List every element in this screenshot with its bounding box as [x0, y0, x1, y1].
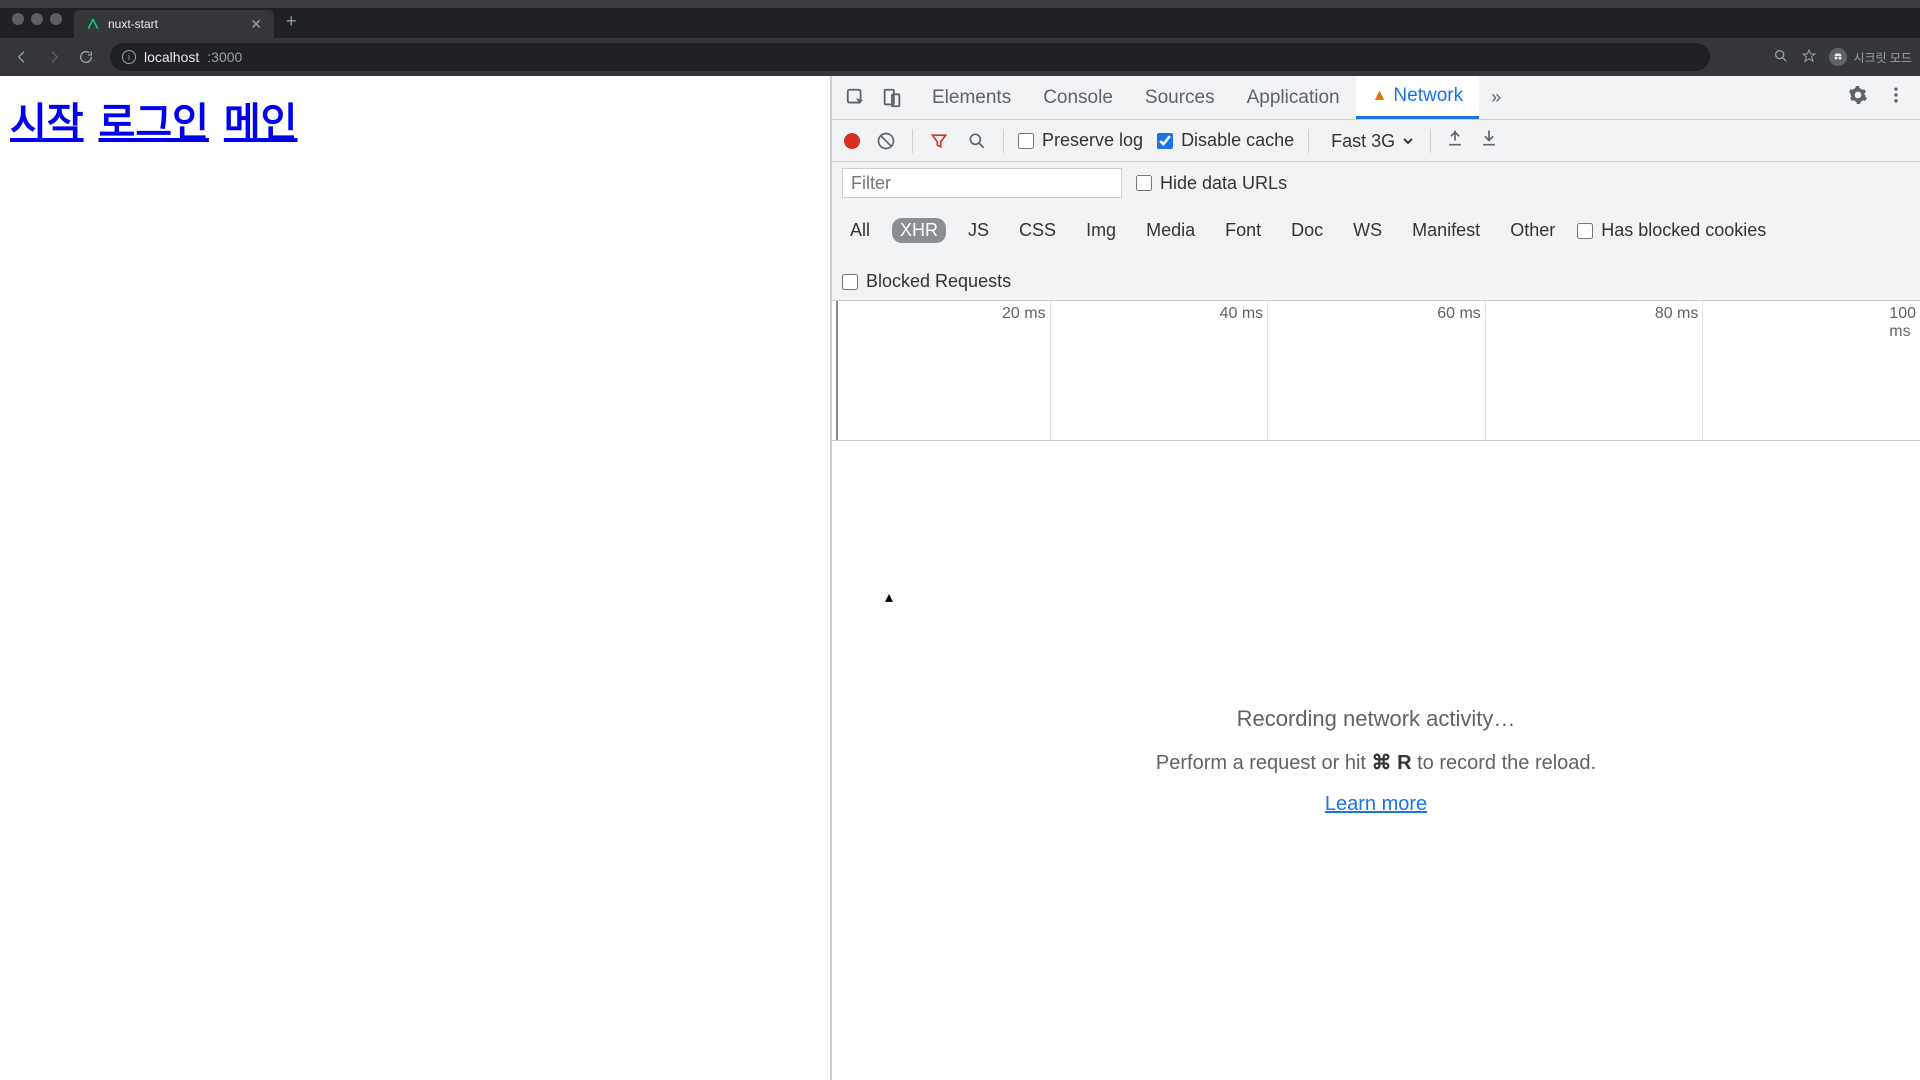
disable-cache-checkbox[interactable]: Disable cache — [1157, 130, 1294, 151]
inspect-element-icon[interactable] — [842, 84, 870, 112]
tab-favicon-icon — [86, 17, 100, 31]
tabs-overflow-icon[interactable]: » — [1479, 87, 1513, 108]
type-filter-doc[interactable]: Doc — [1283, 218, 1331, 243]
tab-console[interactable]: Console — [1027, 76, 1129, 119]
window-traffic-lights[interactable] — [0, 13, 74, 33]
browser-tabstrip: nuxt-start ✕ + — [0, 8, 1920, 38]
window-titlebar — [0, 0, 1920, 8]
learn-more-link[interactable]: Learn more — [1325, 793, 1427, 816]
tab-network[interactable]: ▲Network — [1356, 76, 1480, 119]
zoom-icon[interactable] — [1773, 48, 1789, 67]
timeline-tick-label: 80 ms — [1655, 305, 1703, 323]
preserve-log-checkbox[interactable]: Preserve log — [1018, 130, 1143, 151]
address-bar[interactable]: i localhost :3000 — [110, 43, 1710, 71]
warning-icon: ▲ — [1372, 87, 1388, 105]
traffic-close-icon[interactable] — [12, 13, 24, 25]
type-filter-ws[interactable]: WS — [1345, 218, 1390, 243]
browser-toolbar: i localhost :3000 시크릿 모드 — [0, 38, 1920, 76]
type-filter-xhr[interactable]: XHR — [892, 218, 946, 243]
timeline-cursor — [836, 301, 838, 440]
nav-back-button[interactable] — [8, 43, 36, 71]
import-har-icon[interactable] — [1445, 128, 1465, 153]
record-button[interactable] — [844, 133, 860, 149]
type-filter-css[interactable]: CSS — [1011, 218, 1064, 243]
empty-subtitle: Perform a request or hit ⌘ R to record t… — [1156, 750, 1596, 775]
export-har-icon[interactable] — [1479, 128, 1499, 153]
nav-reload-button[interactable] — [72, 43, 100, 71]
url-host: localhost — [144, 49, 199, 65]
page-viewport: 시작 로그인 메인 — [0, 76, 830, 1080]
traffic-max-icon[interactable] — [50, 13, 62, 25]
type-filter-manifest[interactable]: Manifest — [1404, 218, 1488, 243]
page-link-login[interactable]: 로그인 — [99, 101, 209, 145]
new-tab-button[interactable]: + — [274, 11, 309, 38]
separator — [1308, 129, 1309, 153]
page-link-start[interactable]: 시작 — [10, 101, 84, 145]
has-blocked-cookies-checkbox[interactable]: Has blocked cookies — [1577, 220, 1766, 241]
timeline-tick-label: 100 ms — [1889, 305, 1920, 341]
timeline-tick-label: 40 ms — [1220, 305, 1268, 323]
filter-input[interactable] — [842, 168, 1122, 198]
hide-data-urls-checkbox[interactable]: Hide data URLs — [1136, 173, 1287, 194]
separator — [1430, 129, 1431, 153]
site-info-icon[interactable]: i — [122, 50, 136, 64]
incognito-label: 시크릿 모드 — [1853, 49, 1912, 66]
empty-title: Recording network activity… — [1237, 706, 1516, 732]
type-filter-js[interactable]: JS — [960, 218, 997, 243]
devtools-panel: Elements Console Sources Application ▲Ne… — [830, 76, 1920, 1080]
traffic-min-icon[interactable] — [31, 13, 43, 25]
mouse-cursor-icon: ▴ — [885, 587, 893, 607]
page-link-main[interactable]: 메인 — [224, 101, 298, 145]
url-port: :3000 — [207, 49, 242, 65]
timeline-tick-label: 20 ms — [1002, 305, 1050, 323]
timeline-tick-label: 60 ms — [1437, 305, 1485, 323]
incognito-indicator[interactable]: 시크릿 모드 — [1829, 48, 1912, 66]
tab-title: nuxt-start — [108, 17, 158, 31]
throttling-select[interactable]: Fast 3G — [1323, 128, 1416, 154]
devtools-menu-icon[interactable] — [1886, 85, 1906, 110]
bookmark-star-icon[interactable] — [1801, 48, 1817, 67]
tab-elements[interactable]: Elements — [916, 76, 1027, 119]
tab-application[interactable]: Application — [1231, 76, 1356, 119]
type-filter-img[interactable]: Img — [1078, 218, 1124, 243]
network-empty-state: Recording network activity… Perform a re… — [832, 441, 1920, 1080]
network-toolbar: Preserve log Disable cache Fast 3G — [832, 120, 1920, 162]
network-timeline[interactable]: 20 ms 40 ms 60 ms 80 ms 100 ms — [832, 301, 1920, 441]
devtools-tabstrip: Elements Console Sources Application ▲Ne… — [832, 76, 1920, 120]
separator — [912, 129, 913, 153]
network-filter-row: Hide data URLs All XHR JS CSS Img Media … — [832, 162, 1920, 301]
clear-button[interactable] — [874, 129, 898, 153]
type-filter-other[interactable]: Other — [1502, 218, 1563, 243]
type-filter-media[interactable]: Media — [1138, 218, 1203, 243]
search-icon[interactable] — [965, 129, 989, 153]
type-filter-all[interactable]: All — [842, 218, 878, 243]
tab-close-icon[interactable]: ✕ — [250, 16, 262, 33]
type-filter-font[interactable]: Font — [1217, 218, 1269, 243]
browser-tab[interactable]: nuxt-start ✕ — [74, 10, 274, 38]
blocked-requests-checkbox[interactable]: Blocked Requests — [842, 271, 1011, 292]
device-toolbar-icon[interactable] — [878, 84, 906, 112]
devtools-settings-icon[interactable] — [1848, 85, 1868, 110]
tab-sources[interactable]: Sources — [1129, 76, 1231, 119]
separator — [1003, 129, 1004, 153]
incognito-icon — [1829, 48, 1847, 66]
nav-forward-button[interactable] — [40, 43, 68, 71]
filter-icon[interactable] — [927, 129, 951, 153]
